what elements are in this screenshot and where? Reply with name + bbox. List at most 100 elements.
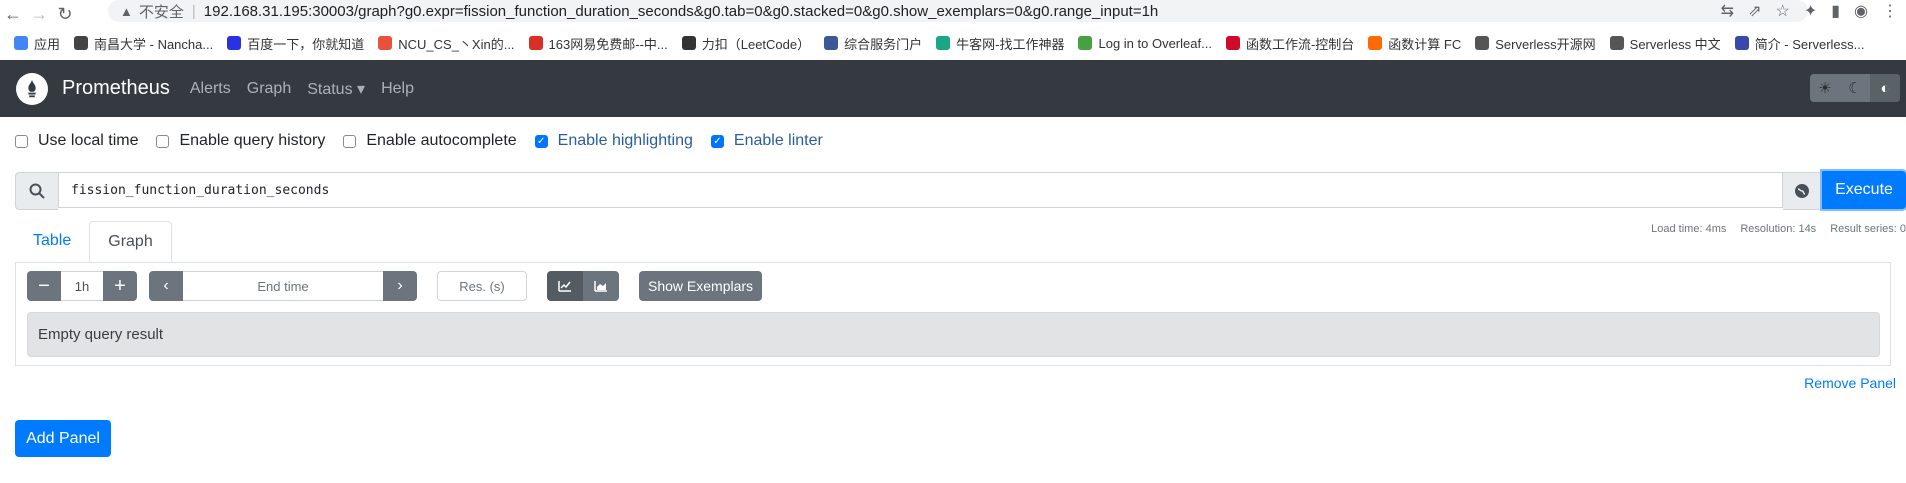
bookmark-favicon-icon — [528, 36, 543, 50]
autocomplete-label: Enable autocomplete — [366, 132, 517, 149]
bookmark-label: 函数工作流-控制台 — [1245, 36, 1355, 52]
resolution: Resolution: 14s — [1740, 223, 1817, 235]
next-time-button[interactable]: › — [383, 271, 417, 301]
back-icon[interactable]: ← — [0, 1, 26, 27]
share-icon[interactable]: ⇗ — [1748, 1, 1761, 21]
prometheus-logo-icon[interactable] — [16, 72, 48, 105]
expression-input[interactable]: fission_function_duration_seconds — [58, 172, 1783, 208]
add-panel-button[interactable]: Add Panel — [15, 420, 111, 457]
brand-title[interactable]: Prometheus — [62, 77, 170, 100]
bookmark-label: 应用 — [34, 36, 61, 52]
bookmark-label: 163网易免费邮--中... — [548, 36, 668, 52]
menu-icon[interactable]: ⋮ — [1882, 1, 1898, 21]
increase-range-button[interactable]: + — [103, 271, 137, 301]
bookmark-favicon-icon — [378, 36, 393, 50]
nav-status[interactable]: Status ▾ — [307, 79, 365, 99]
auto-theme-icon[interactable]: ◐ — [1870, 74, 1900, 102]
autocomplete-checkbox[interactable] — [343, 134, 357, 148]
execute-button[interactable]: Execute — [1822, 171, 1906, 209]
range-input[interactable]: 1h — [61, 271, 103, 301]
bookmark-favicon-icon — [1225, 36, 1240, 50]
line-chart-icon[interactable] — [547, 271, 583, 301]
query-stats: Load time: 4ms Resolution: 14s Result se… — [1651, 223, 1906, 235]
query-history-option[interactable]: Enable query history — [156, 132, 325, 150]
bookmark-item[interactable]: 函数工作流-控制台 — [1225, 34, 1355, 53]
bookmark-favicon-icon — [1368, 36, 1383, 50]
forward-icon[interactable]: → — [26, 1, 52, 27]
bookmark-item[interactable]: 南昌大学 - Nancha... — [74, 34, 213, 53]
query-history-checkbox[interactable] — [156, 134, 170, 148]
bookmark-label: 南昌大学 - Nancha... — [94, 36, 214, 52]
bookmark-item[interactable]: 牛客网-找工作神器 — [936, 34, 1064, 53]
sidebar-icon[interactable]: ▮ — [1831, 1, 1840, 21]
graph-panel: − 1h + ‹ End time › Res. (s) Show Exempl… — [15, 262, 1891, 366]
panel-tabs: Table Graph — [15, 220, 172, 263]
bookmark-item[interactable]: 百度一下，你就知道 — [227, 34, 364, 53]
bookmark-item[interactable]: NCU_CS_丶Xin的... — [378, 34, 515, 53]
autocomplete-option[interactable]: Enable autocomplete — [343, 132, 517, 150]
bookmark-item[interactable]: 力扣（LeetCode） — [681, 34, 810, 53]
bookmark-favicon-icon — [227, 36, 242, 50]
bookmark-favicon-icon — [1609, 36, 1624, 50]
bookmark-label: Serverless 中文 — [1629, 36, 1721, 52]
bookmark-item[interactable]: 函数计算 FC — [1368, 34, 1461, 53]
top-navbar: Prometheus Alerts Graph Status ▾ Help ☀ … — [0, 60, 1906, 117]
resolution-input[interactable]: Res. (s) — [437, 271, 527, 301]
bookmark-favicon-icon — [1475, 36, 1490, 50]
profile-avatar-icon[interactable]: ◉ — [1854, 1, 1868, 21]
bookmark-item[interactable]: 应用 — [14, 34, 60, 53]
bookmark-star-icon[interactable]: ☆ — [1775, 1, 1789, 21]
translate-icon[interactable]: ⇆ — [1721, 1, 1734, 21]
bookmark-favicon-icon — [936, 36, 951, 50]
show-exemplars-button[interactable]: Show Exemplars — [639, 271, 763, 301]
nav-graph[interactable]: Graph — [247, 80, 291, 98]
bookmark-item[interactable]: Serverless开源网 — [1475, 34, 1596, 53]
query-history-label: Enable query history — [179, 132, 326, 149]
bookmark-favicon-icon — [1078, 36, 1093, 50]
end-time-input[interactable]: End time — [183, 271, 383, 301]
extensions-icon[interactable]: ✦ — [1804, 1, 1817, 21]
bookmark-item[interactable]: Serverless 中文 — [1609, 34, 1721, 53]
stacked-chart-icon[interactable] — [583, 271, 619, 301]
remove-panel-link[interactable]: Remove Panel — [1804, 375, 1896, 391]
tab-graph[interactable]: Graph — [89, 221, 172, 263]
url-separator: | — [191, 2, 196, 20]
bookmarks-bar: 应用 南昌大学 - Nancha... 百度一下，你就知道 NCU_CS_丶Xin的.… — [0, 28, 1906, 58]
query-options: Use local time Enable query history Enab… — [15, 132, 841, 150]
bookmark-label: 综合服务门户 — [844, 36, 923, 52]
nav-help[interactable]: Help — [381, 80, 414, 98]
use-local-time-label: Use local time — [38, 132, 139, 149]
decrease-range-button[interactable]: − — [27, 271, 61, 301]
linter-checkbox[interactable]: ✓ — [710, 134, 724, 148]
bookmark-label: 简介 - Serverless... — [1754, 36, 1865, 52]
bookmark-favicon-icon — [74, 36, 89, 50]
dark-theme-icon[interactable]: ☾ — [1840, 74, 1870, 102]
light-theme-icon[interactable]: ☀ — [1810, 74, 1840, 102]
bookmark-item[interactable]: 163网易免费邮--中... — [528, 34, 668, 53]
previous-time-button[interactable]: ‹ — [149, 271, 183, 301]
bookmark-label: Serverless开源网 — [1495, 36, 1596, 52]
bookmark-favicon-icon — [14, 36, 28, 50]
graph-controls: − 1h + ‹ End time › Res. (s) Show Exempl… — [27, 271, 763, 301]
linter-option[interactable]: ✓ Enable linter — [710, 132, 823, 150]
load-time: Load time: 4ms — [1651, 223, 1727, 235]
bookmark-item[interactable]: 简介 - Serverless... — [1734, 34, 1865, 53]
bookmark-favicon-icon — [681, 36, 696, 50]
browser-toolbar: ← → ↻ ▲ 不安全 | 192.168.31.195:30003/graph… — [0, 0, 1906, 28]
metrics-explorer-globe-icon[interactable] — [1783, 172, 1822, 210]
bookmark-item[interactable]: 综合服务门户 — [824, 34, 922, 53]
highlighting-checkbox[interactable]: ✓ — [534, 134, 548, 148]
bookmark-label: 百度一下，你就知道 — [247, 36, 365, 52]
use-local-time-option[interactable]: Use local time — [15, 132, 138, 150]
address-bar[interactable]: ▲ 不安全 | 192.168.31.195:30003/graph?g0.ex… — [108, 0, 1808, 22]
highlighting-option[interactable]: ✓ Enable highlighting — [534, 132, 693, 150]
bookmark-item[interactable]: Log in to Overleaf... — [1078, 36, 1212, 51]
range-input-group: − 1h + — [27, 271, 137, 301]
use-local-time-checkbox[interactable] — [15, 134, 28, 148]
tab-table[interactable]: Table — [15, 220, 89, 262]
end-time-group: ‹ End time › — [149, 271, 417, 301]
nav-alerts[interactable]: Alerts — [190, 80, 231, 98]
reload-icon[interactable]: ↻ — [52, 1, 78, 27]
result-series: Result series: 0 — [1830, 223, 1906, 235]
insecure-label: 不安全 — [138, 3, 184, 21]
